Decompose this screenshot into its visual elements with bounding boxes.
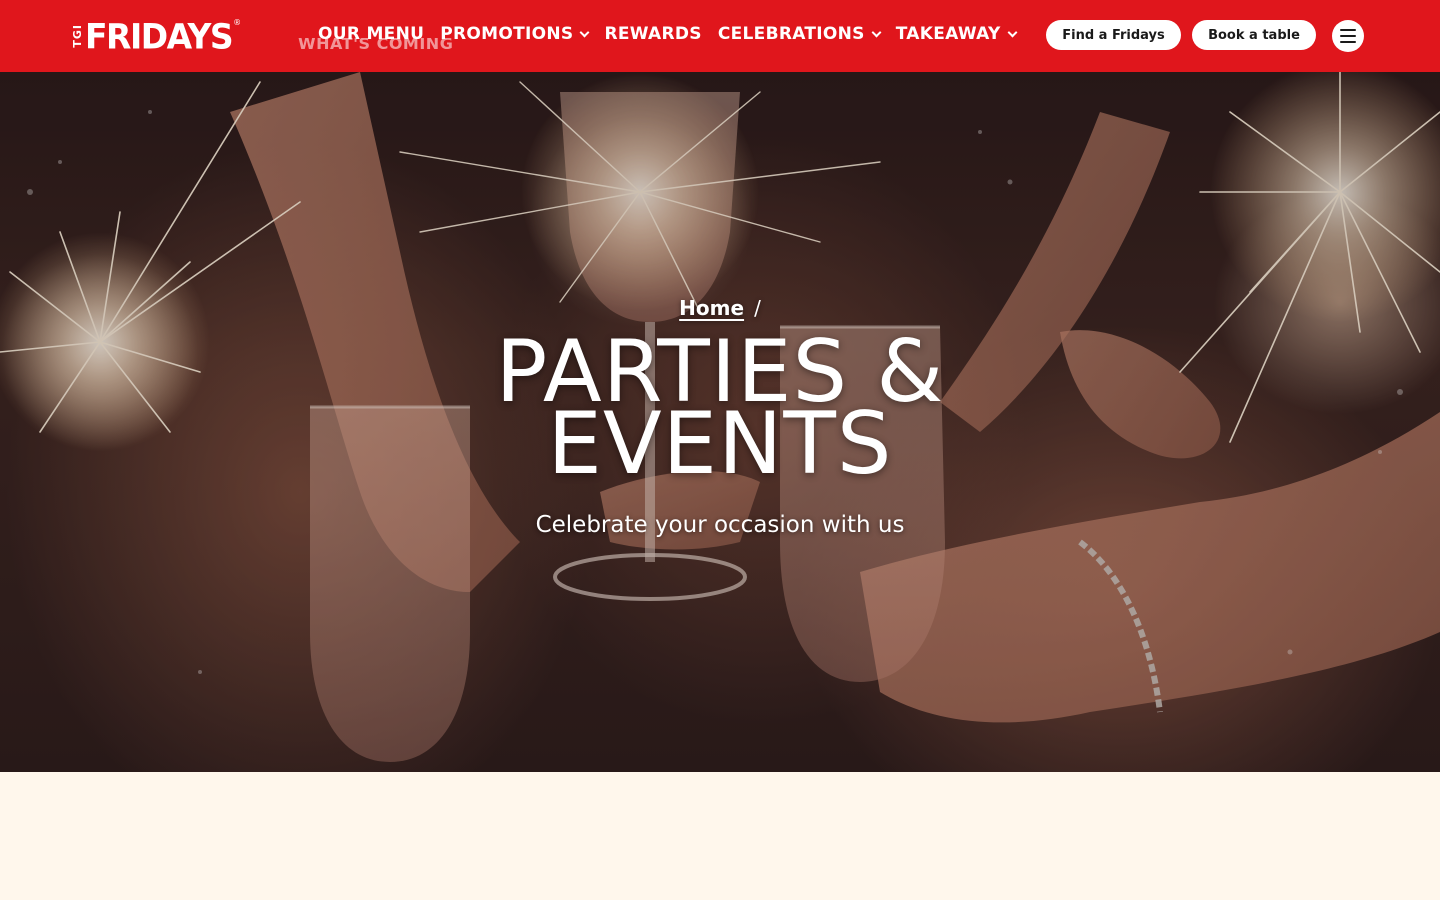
page-subtitle: Celebrate your occasion with us [535,512,905,538]
hamburger-icon[interactable] [1332,20,1364,52]
logo-wordmark: FRIDAYS [85,15,234,57]
nav-item-our-menu[interactable]: OUR MENU [318,24,424,44]
nav-item-label: TAKEAWAY [895,24,1001,44]
nav-item-label: REWARDS [604,24,702,44]
nav-item-label: CELEBRATIONS [717,24,865,44]
page-title-line-2: EVENTS [547,394,893,494]
chevron-down-icon [580,27,590,37]
page-title: PARTIES & EVENTS [0,329,1440,487]
nav-item-celebrations[interactable]: CELEBRATIONS [717,24,882,44]
main-nav: OUR MENU PROMOTIONS REWARDS CELEBRATIONS… [318,22,1018,46]
nav-item-label: OUR MENU [318,24,425,44]
breadcrumb-separator: / [754,296,761,320]
nav-item-label: PROMOTIONS [440,24,574,44]
logo-prefix: TGI [71,24,84,48]
find-a-fridays-button[interactable]: Find a Fridays [1046,20,1181,50]
book-a-table-button[interactable]: Book a table [1192,20,1316,50]
nav-item-takeaway[interactable]: TAKEAWAY [895,24,1018,44]
site-header: TGI FRIDAYS ® WHAT'S COMING OUR MENU PRO… [0,0,1440,72]
breadcrumb: Home / [0,296,1440,320]
nav-item-rewards[interactable]: REWARDS [604,24,701,44]
hero-banner: Home / PARTIES & EVENTS Celebrate your oc… [0,72,1440,772]
nav-item-promotions[interactable]: PROMOTIONS [440,24,590,44]
breadcrumb-home-link[interactable]: Home [679,296,744,320]
chevron-down-icon [871,27,882,37]
chevron-down-icon [1007,27,1018,37]
tgi-fridays-logo[interactable]: TGI FRIDAYS ® [71,15,242,57]
registered-mark: ® [233,18,242,27]
